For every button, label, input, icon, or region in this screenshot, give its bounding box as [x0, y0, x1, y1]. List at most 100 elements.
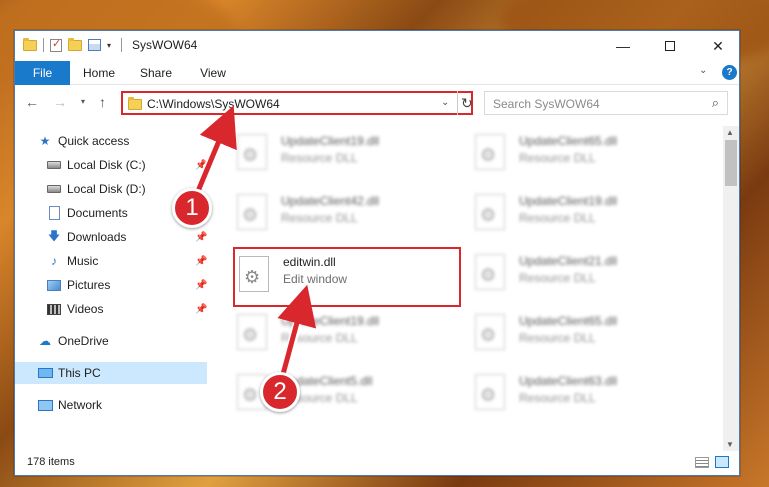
sidebar-item-this-pc[interactable]: This PC [15, 362, 207, 384]
pin-icon[interactable]: 📌 [195, 280, 207, 291]
pictures-icon [46, 278, 62, 292]
customize-toolbar-icon[interactable]: ▾ [107, 41, 111, 50]
file-item[interactable]: UpdateClient19.dll Resource DLL [469, 186, 699, 236]
sidebar-item-label: Videos [67, 302, 104, 316]
divider [43, 38, 44, 52]
scroll-up-icon[interactable]: ▲ [726, 128, 734, 137]
sidebar-item-quick-access[interactable]: ★ Quick access [15, 130, 207, 152]
documents-icon [46, 206, 62, 220]
file-item[interactable]: UpdateClient65.dll Resource DLL [469, 306, 699, 356]
file-type: Resource DLL [519, 331, 596, 345]
pin-icon[interactable]: 📌 [195, 304, 207, 315]
maximize-button[interactable] [647, 31, 693, 61]
sidebar-item-local-disk-c[interactable]: Local Disk (C:) 📌 [15, 154, 207, 176]
maximize-icon [665, 41, 675, 51]
search-placeholder: Search SysWOW64 [493, 97, 600, 111]
address-path[interactable]: C:\Windows\SysWOW64 [147, 97, 280, 111]
dll-file-icon [475, 374, 505, 410]
back-arrow-icon[interactable]: ← [25, 94, 39, 110]
file-item[interactable]: UpdateClient19.dll Resource DLL [231, 306, 461, 356]
file-item[interactable]: UpdateClient42.dll Resource DLL [231, 186, 461, 236]
videos-icon [46, 302, 62, 316]
chevron-down-icon[interactable]: ⌄ [441, 97, 449, 108]
navigation-pane: ★ Quick access Local Disk (C:) 📌 Local D… [15, 126, 207, 451]
search-icon[interactable]: ⌕ [712, 95, 719, 111]
pin-icon[interactable]: 📌 [195, 256, 207, 267]
tab-view[interactable]: View [191, 61, 235, 85]
pin-icon[interactable]: 📌 [195, 160, 207, 171]
pin-icon[interactable]: 📌 [195, 232, 207, 243]
sidebar-item-network[interactable]: Network [15, 394, 207, 416]
expand-ribbon-icon[interactable]: ⌄ [699, 65, 707, 76]
download-icon: 🡇 [47, 228, 61, 243]
vertical-scrollbar[interactable]: ▲ ▼ [723, 126, 739, 451]
scroll-down-icon[interactable]: ▼ [726, 440, 734, 449]
recent-locations-icon[interactable]: ▾ [81, 97, 85, 106]
tab-share[interactable]: Share [134, 61, 178, 85]
title-bar: ▾ SysWOW64 — ✕ [15, 31, 739, 61]
properties-check-icon[interactable] [50, 37, 62, 52]
computer-icon [37, 366, 53, 380]
minimize-button[interactable]: — [600, 31, 646, 61]
forward-arrow-icon[interactable]: → [53, 94, 67, 110]
dll-file-icon [475, 194, 505, 230]
drive-icon [46, 182, 62, 196]
sidebar-item-label: Downloads [67, 230, 127, 244]
window-title: SysWOW64 [132, 38, 198, 52]
item-count: 178 items [27, 456, 75, 468]
divider [457, 91, 458, 115]
step-2-badge: 2 [260, 372, 300, 412]
sidebar-item-label: Pictures [67, 278, 111, 292]
properties-icon[interactable] [88, 39, 101, 51]
file-name: editwin.dll [283, 255, 336, 269]
file-item[interactable]: UpdateClient21.dll Resource DLL [469, 246, 699, 296]
file-item[interactable]: UpdateClient19.dll Resource DLL [231, 126, 461, 176]
drive-icon [46, 158, 62, 172]
scrollbar-thumb[interactable] [725, 140, 737, 186]
close-button[interactable]: ✕ [695, 31, 741, 61]
folder-icon [23, 37, 37, 51]
file-name: UpdateClient42.dll [281, 194, 380, 208]
sidebar-item-videos[interactable]: Videos 📌 [15, 298, 207, 320]
dll-file-icon [237, 134, 267, 170]
dll-file-icon [475, 254, 505, 290]
file-item[interactable]: UpdateClient65.dll Resource DLL [469, 126, 699, 176]
file-name: UpdateClient21.dll [519, 254, 618, 268]
up-arrow-icon[interactable]: ↑ [99, 94, 106, 110]
sidebar-item-pictures[interactable]: Pictures 📌 [15, 274, 207, 296]
address-bar[interactable]: C:\Windows\SysWOW64 ⌄ ↻ [121, 91, 473, 115]
large-icons-view-icon[interactable] [715, 456, 729, 468]
new-folder-icon[interactable] [68, 37, 82, 51]
tab-home[interactable]: Home [77, 61, 121, 85]
details-view-icon[interactable] [695, 457, 709, 468]
help-icon[interactable]: ? [722, 65, 737, 80]
network-icon [37, 398, 53, 412]
file-item-editwin[interactable]: editwin.dll Edit window [233, 247, 461, 307]
music-icon: ♪ [51, 254, 57, 268]
file-name: UpdateClient19.dll [281, 314, 380, 328]
sidebar-item-label: Quick access [58, 134, 130, 148]
refresh-icon[interactable]: ↻ [461, 95, 473, 112]
search-input[interactable]: Search SysWOW64 ⌕ [484, 91, 728, 115]
dll-file-icon [237, 314, 267, 350]
file-type: Resource DLL [281, 331, 358, 345]
sidebar-item-onedrive[interactable]: ☁ OneDrive [15, 330, 207, 352]
sidebar-item-label: Network [58, 398, 103, 412]
sidebar-item-label: Documents [67, 206, 128, 220]
file-type: Resource DLL [519, 151, 596, 165]
file-name: UpdateClient63.dll [519, 374, 618, 388]
star-icon: ★ [39, 134, 51, 148]
file-type: Edit window [283, 272, 348, 286]
file-item[interactable]: UpdateClient63.dll Resource DLL [469, 366, 699, 416]
file-name: UpdateClient65.dll [519, 134, 618, 148]
navigation-bar: ← → ▾ ↑ C:\Windows\SysWOW64 ⌄ ↻ Search S… [15, 86, 739, 120]
divider [121, 38, 123, 52]
tab-file[interactable]: File [15, 61, 70, 85]
file-explorer-window: ▾ SysWOW64 — ✕ File Home Share View ⌄ ? … [14, 30, 740, 476]
file-type: Resource DLL [281, 151, 358, 165]
sidebar-item-downloads[interactable]: 🡇 Downloads 📌 [15, 226, 208, 248]
file-name: UpdateClient65.dll [519, 314, 618, 328]
sidebar-item-music[interactable]: ♪ Music 📌 [15, 250, 207, 272]
dll-file-icon [239, 256, 269, 292]
file-name: UpdateClient19.dll [519, 194, 618, 208]
